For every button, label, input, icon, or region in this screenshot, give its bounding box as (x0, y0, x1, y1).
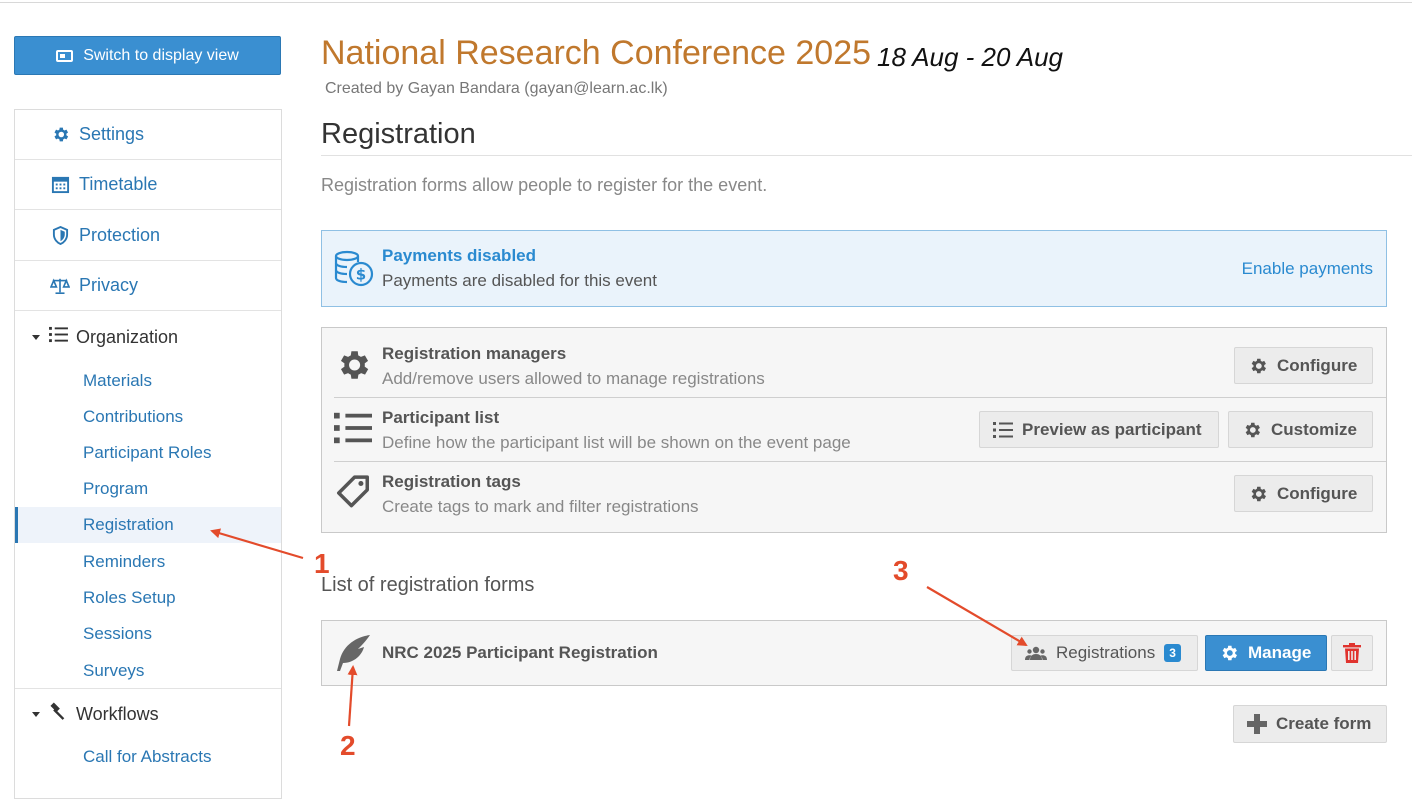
annotation-label-1: 1 (314, 548, 330, 579)
annotation-label-3: 3 (893, 555, 909, 586)
annotation-label-2: 2 (340, 730, 356, 761)
annotation-arrow-1 (210, 528, 304, 560)
annotation-arrow-2 (347, 665, 358, 727)
annotation-arrow-3 (926, 586, 1028, 647)
annotation-arrows (210, 528, 1028, 727)
